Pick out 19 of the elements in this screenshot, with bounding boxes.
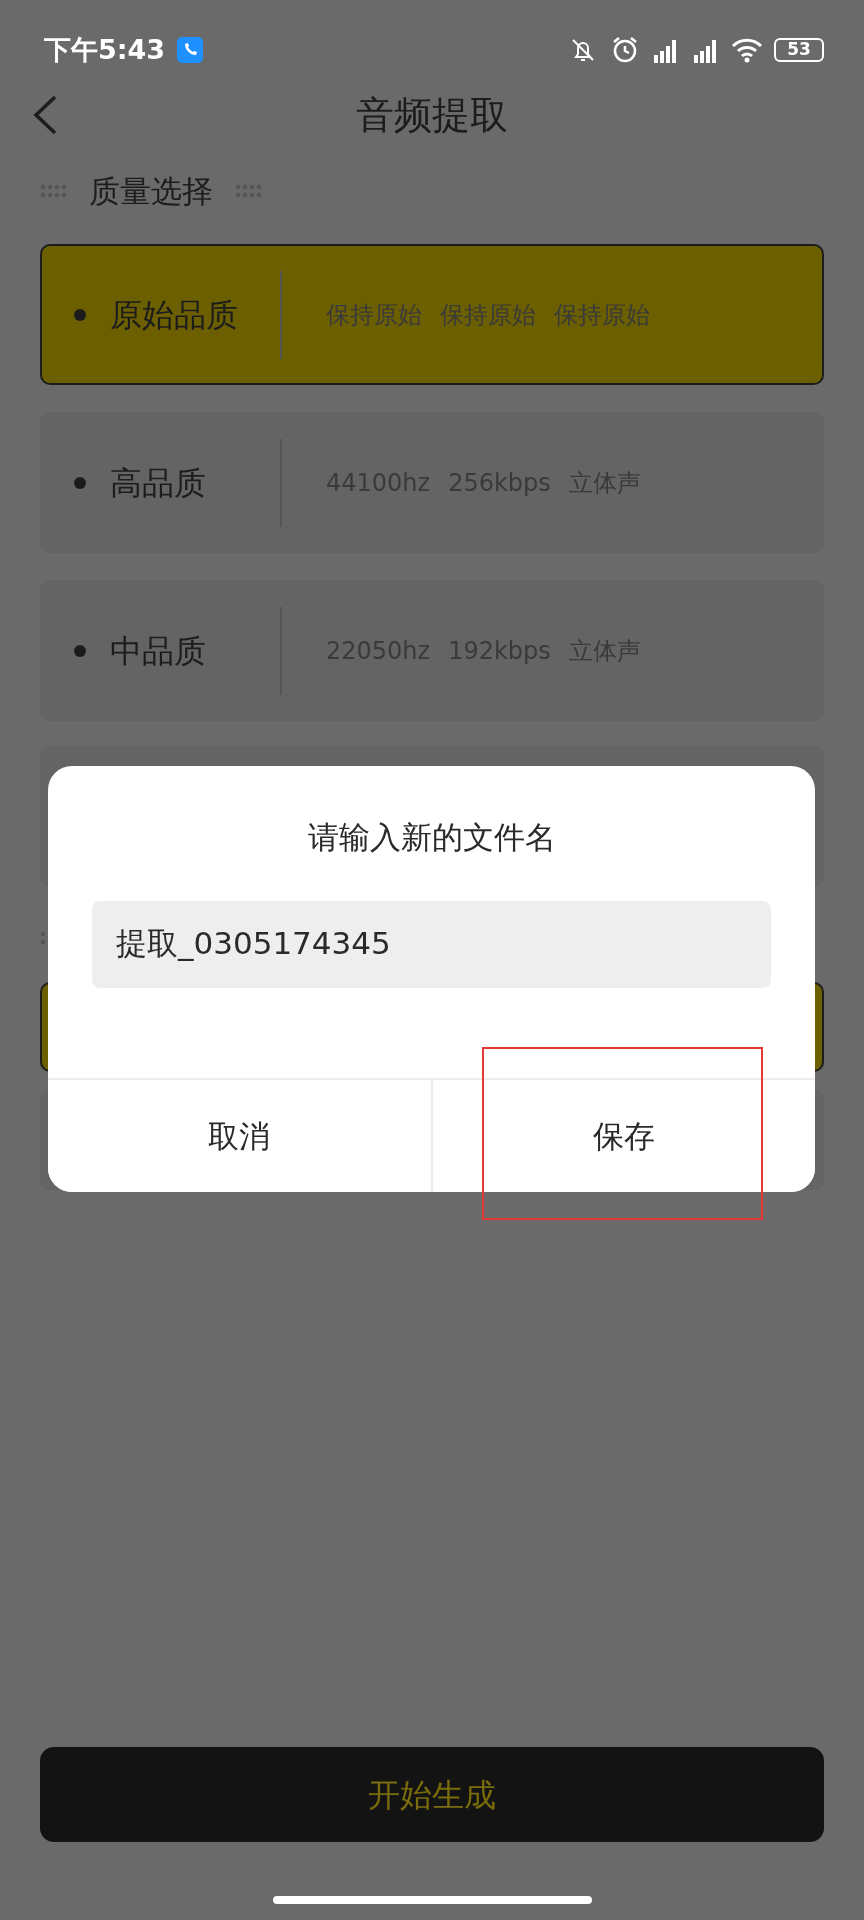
filename-field[interactable]: 提取_0305174345 [92,900,771,988]
dialog-title: 请输入新的文件名 [306,818,557,857]
option-label: 原始品质 [110,294,239,336]
bullet-icon [74,308,86,321]
option-detail: 保持原始 [440,299,536,331]
quality-option[interactable]: 原始品质 保持原始 保持原始 保持原始 [40,244,824,385]
bullet-icon [74,476,86,489]
bullet-icon [74,644,86,657]
option-detail: 保持原始 [554,299,650,331]
start-button[interactable]: 开始生成 [40,1747,824,1842]
section-title: 质量选择 [89,171,213,211]
page-title: 音频提取 [356,91,508,139]
option-label: 中品质 [110,630,207,672]
phone-icon [177,37,204,63]
status-time: 下午5:43 [44,32,166,67]
option-label: 高品质 [110,462,207,504]
save-button[interactable]: 保存 [430,1080,815,1192]
option-detail: 保持原始 [326,299,422,331]
battery-indicator: 53 [774,38,824,62]
